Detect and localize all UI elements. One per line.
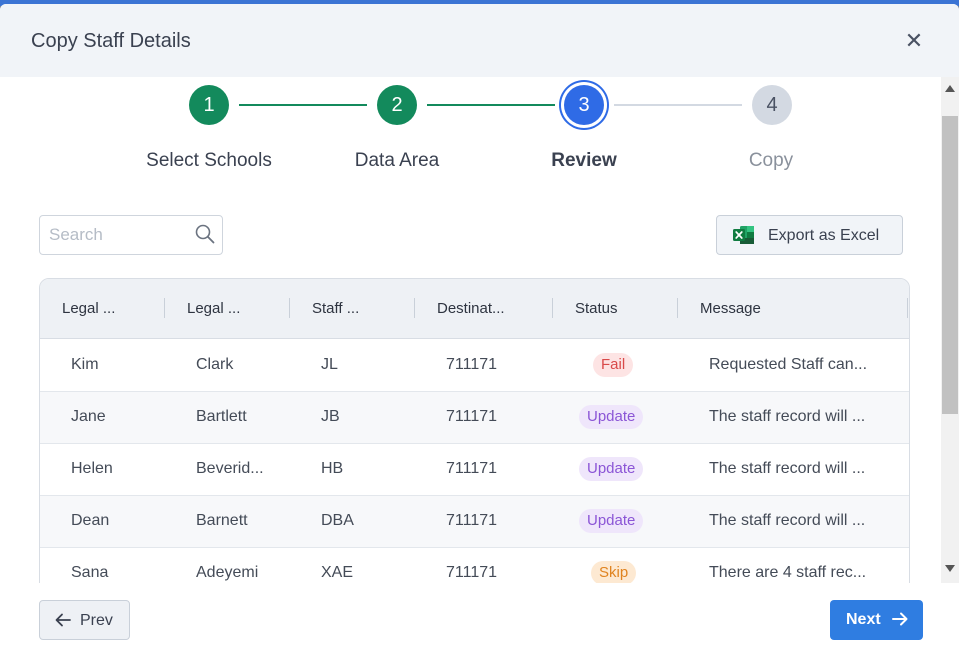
column-resize-handle[interactable] (552, 298, 553, 318)
cell-message: Requested Staff can... (709, 356, 868, 373)
step-2-label: Data Area (354, 150, 440, 171)
step-connector-3 (614, 104, 742, 106)
step-3-circle: 3 (564, 85, 604, 125)
column-header-destination[interactable]: Destinat... (437, 300, 505, 317)
status-badge: Update (579, 509, 644, 533)
prev-button[interactable]: Prev (39, 600, 130, 640)
cell-message: The staff record will ... (709, 512, 866, 529)
prev-button-label: Prev (80, 612, 113, 629)
scroll-down-arrow-icon[interactable] (945, 565, 955, 572)
column-resize-handle[interactable] (164, 298, 165, 318)
scrollbar-thumb[interactable] (942, 116, 958, 414)
cell-legal-first: Sana (71, 564, 109, 581)
cell-destination: 711171 (446, 408, 498, 425)
dialog-scrollbar[interactable] (941, 77, 959, 583)
excel-icon (733, 226, 754, 244)
cell-legal-first: Dean (71, 512, 110, 529)
dialog-header: Copy Staff Details ✕ (0, 4, 959, 77)
column-header-legal-last[interactable]: Legal ... (187, 300, 240, 317)
column-header-legal-first[interactable]: Legal ... (62, 300, 115, 317)
column-resize-handle[interactable] (289, 298, 290, 318)
step-4-label: Copy (748, 150, 794, 171)
step-1-label: Select Schools (146, 150, 272, 171)
table-header: Legal ... Legal ... Staff ... Destinat..… (40, 279, 909, 339)
table-row[interactable]: Jane Bartlett JB 711171 Update The staff… (40, 392, 909, 444)
table-row[interactable]: Dean Barnett DBA 711171 Update The staff… (40, 496, 909, 548)
column-header-status[interactable]: Status (575, 300, 618, 317)
cell-message: The staff record will ... (709, 408, 866, 425)
cell-legal-last: Beverid... (196, 460, 264, 477)
status-badge: Fail (593, 353, 634, 377)
step-4-circle: 4 (752, 85, 792, 125)
dialog-body: 1 2 3 4 Select Schools Data Area Review … (0, 77, 941, 583)
dialog-title: Copy Staff Details (31, 30, 191, 52)
status-badge: Skip (591, 561, 637, 583)
arrow-left-icon (55, 613, 71, 627)
column-header-message[interactable]: Message (700, 300, 761, 317)
cell-legal-first: Helen (71, 460, 113, 477)
cell-staff-code: DBA (321, 512, 354, 529)
column-header-staff[interactable]: Staff ... (312, 300, 359, 317)
next-button[interactable]: Next (830, 600, 923, 640)
next-button-label: Next (846, 611, 881, 628)
cell-legal-last: Bartlett (196, 408, 247, 425)
cell-staff-code: XAE (321, 564, 354, 581)
review-table: Legal ... Legal ... Staff ... Destinat..… (39, 278, 910, 583)
status-badge: Update (579, 457, 644, 481)
scroll-up-arrow-icon[interactable] (945, 85, 955, 92)
column-resize-handle[interactable] (907, 298, 908, 318)
cell-destination: 711171 (446, 356, 498, 373)
cell-destination: 711171 (446, 512, 498, 529)
cell-destination: 711171 (446, 564, 498, 581)
close-icon[interactable]: ✕ (903, 30, 925, 52)
status-badge: Update (579, 405, 644, 429)
column-resize-handle[interactable] (414, 298, 415, 318)
column-resize-handle[interactable] (677, 298, 678, 318)
cell-staff-code: JL (321, 356, 338, 373)
search-input[interactable] (49, 224, 189, 246)
cell-legal-last: Barnett (196, 512, 248, 529)
step-2-circle: 2 (377, 85, 417, 125)
arrow-right-icon (892, 612, 908, 626)
cell-legal-first: Jane (71, 408, 106, 425)
cell-staff-code: HB (321, 460, 344, 477)
cell-legal-first: Kim (71, 356, 99, 373)
search-box (39, 215, 223, 255)
cell-staff-code: JB (321, 408, 340, 425)
export-excel-button[interactable]: Export as Excel (716, 215, 903, 255)
copy-staff-dialog: Copy Staff Details ✕ 1 2 3 4 Select Scho… (0, 4, 959, 669)
search-icon[interactable] (195, 224, 215, 244)
cell-legal-last: Adeyemi (196, 564, 259, 581)
cell-legal-last: Clark (196, 356, 234, 373)
step-connector-1 (239, 104, 367, 106)
step-1-circle: 1 (189, 85, 229, 125)
table-row[interactable]: Kim Clark JL 711171 Fail Requested Staff… (40, 340, 909, 392)
table-row[interactable]: Helen Beverid... HB 711171 Update The st… (40, 444, 909, 496)
step-3-label: Review (551, 150, 617, 171)
table-row[interactable]: Sana Adeyemi XAE 711171 Skip There are 4… (40, 548, 909, 583)
cell-message: The staff record will ... (709, 460, 866, 477)
cell-destination: 711171 (446, 460, 498, 477)
step-connector-2 (427, 104, 555, 106)
export-excel-label: Export as Excel (768, 227, 880, 244)
cell-message: There are 4 staff rec... (709, 564, 867, 581)
